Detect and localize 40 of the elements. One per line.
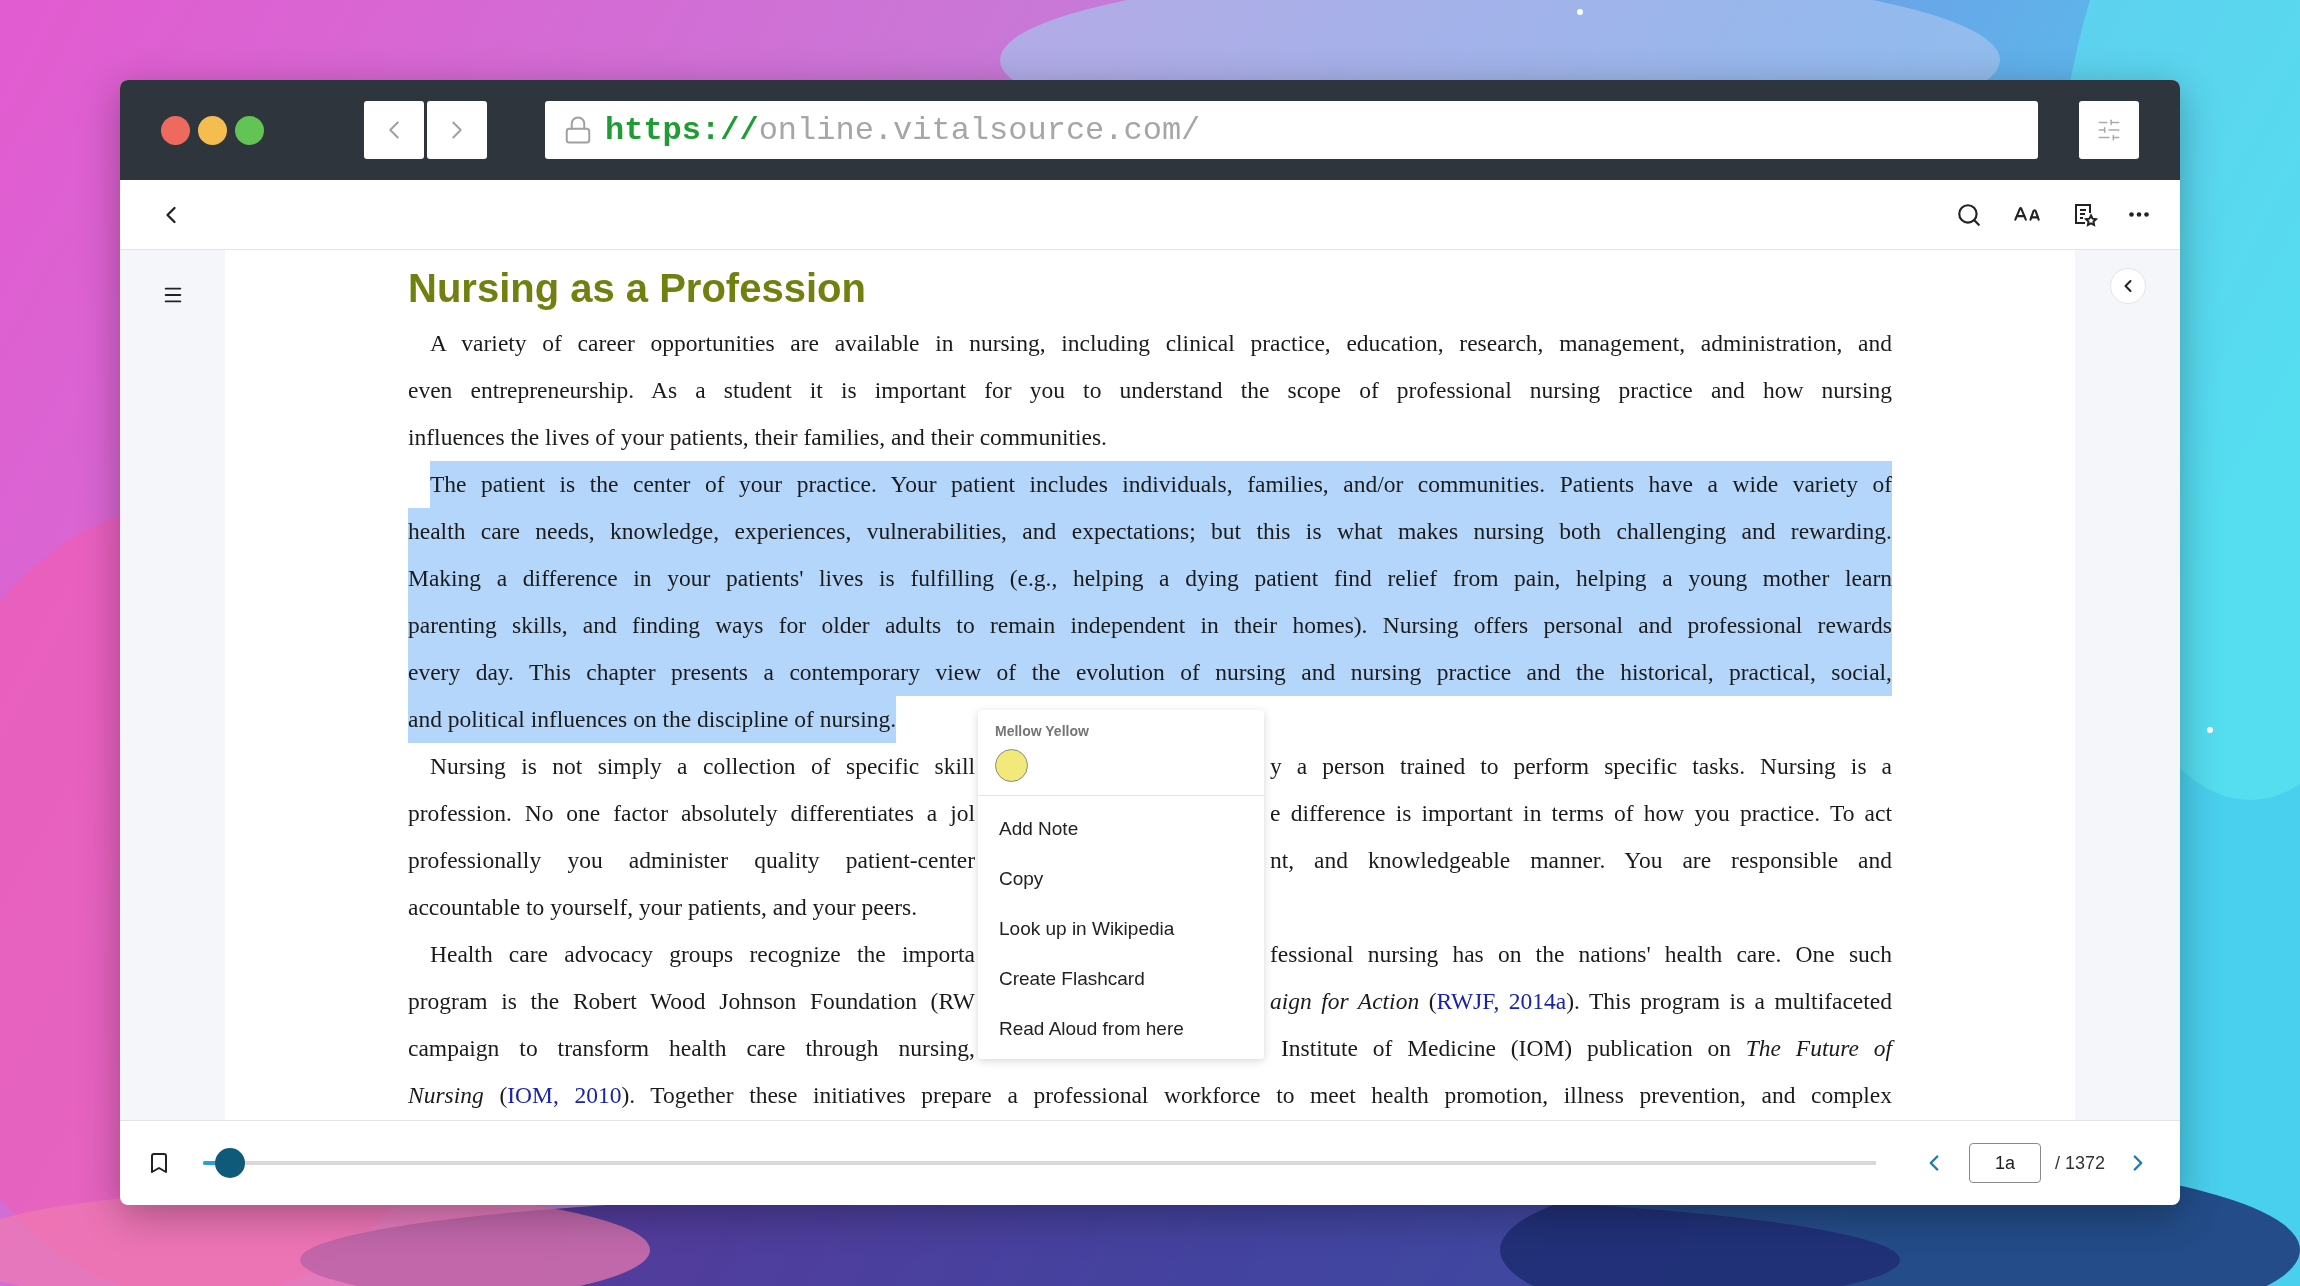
citation-link[interactable]: RWJF, 2014a [1436, 988, 1567, 1014]
color-label: Mellow Yellow [994, 722, 1090, 741]
text-line: even entrepreneurship. As a student it is important for you to understand the scope of professional nursing practice and how nursing [408, 376, 1892, 405]
page-total: / 1372 [2055, 1152, 2106, 1174]
text-line: Nursing (IOM, 2010). Together these initiatives prepare a professional workforce to meet health promotion, illness prevention, and complex [408, 1081, 1892, 1110]
menu-item[interactable]: Create Flashcard [978, 954, 1264, 1004]
text-line: accountable to yourself, your patients, and your peers. [408, 893, 917, 922]
text-line: program is the Robert Wood Johnson Foundation (RW [408, 987, 975, 1016]
text-line: e difference is important in terms of how you practice. To act [1270, 799, 1892, 828]
citation-link[interactable]: IOM, 2010 [507, 1082, 622, 1108]
text-line: aign for Action (RWJF, 2014a). This program is a multifaceted [1270, 987, 1892, 1016]
text-line: fessional nursing has on the nations' health care. One such [1270, 940, 1892, 969]
sliders-icon [2096, 117, 2122, 143]
ellipsis-icon [2129, 212, 2149, 217]
text-line: campaign to transform health care through nursing, [408, 1034, 975, 1063]
text-line: professionally you administer quality patient-center [408, 846, 975, 875]
text-line: influences the lives of your patients, their families, and their communities. [408, 423, 1107, 452]
page-number-field[interactable]: 1a [1969, 1143, 2041, 1183]
menu-item[interactable]: Copy [978, 854, 1264, 904]
menu-item[interactable]: Look up in Wikipedia [978, 904, 1264, 954]
lock-icon [563, 115, 593, 145]
search-icon [1956, 201, 1982, 228]
text-line: profession. No one factor absolutely differentiates a jol [408, 799, 975, 828]
text-line: y a person trained to perform specific tasks. Nursing is a [1270, 752, 1892, 781]
url-text: https://online.vitalsource.com/ [605, 111, 1201, 149]
notes-star-icon [2072, 201, 2098, 228]
text-line: Health care advocacy groups recognize the importa [430, 940, 975, 969]
minimize-window-button[interactable] [198, 115, 227, 145]
address-bar[interactable]: https://online.vitalsource.com/ [545, 101, 2038, 159]
highlight-color-swatch[interactable] [995, 749, 1028, 782]
text-line: A variety of career opportunities are available in nursing, including clinical practice, education, research, management, administration, and [430, 329, 1892, 358]
text-line: Nursing is not simply a collection of specific skill [430, 752, 975, 781]
maximize-window-button[interactable] [235, 115, 264, 145]
menu-item[interactable]: Add Note [978, 804, 1264, 854]
close-window-button[interactable] [161, 115, 190, 145]
collapse-panel-button[interactable] [2109, 268, 2146, 304]
slider-thumb[interactable] [214, 1148, 245, 1178]
menu-item[interactable]: Read Aloud from here [978, 1004, 1264, 1054]
chapter-heading: Nursing as a Profession [408, 264, 867, 312]
text-line: nt, and knowledgeable manner. You are responsible and [1270, 846, 1892, 875]
